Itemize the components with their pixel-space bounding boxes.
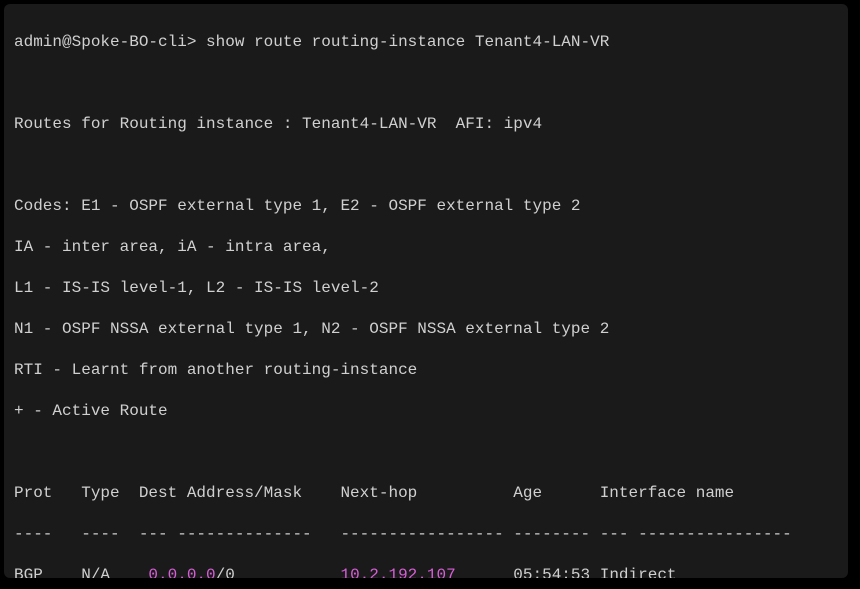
blank-line xyxy=(14,155,838,175)
codes-line-5: RTI - Learnt from another routing-instan… xyxy=(14,360,838,380)
blank-line xyxy=(14,442,838,462)
table-header-row: Prot Type Dest Address/Mask Next-hop Age… xyxy=(14,483,838,503)
codes-line-2: IA - inter area, iA - intra area, xyxy=(14,237,838,257)
table-dashes-row: ---- ---- --- -------------- -----------… xyxy=(14,524,838,544)
route-mask: /0 xyxy=(216,566,341,578)
codes-line-4: N1 - OSPF NSSA external type 1, N2 - OSP… xyxy=(14,319,838,339)
route-nexthop: 10.2.192.107 xyxy=(340,566,455,578)
blank-line xyxy=(14,73,838,93)
routes-header-ipv4: Routes for Routing instance : Tenant4-LA… xyxy=(14,114,838,134)
codes-line-3: L1 - IS-IS level-1, L2 - IS-IS level-2 xyxy=(14,278,838,298)
route-interface: Indirect xyxy=(600,566,677,578)
route-row: BGP N/A 0.0.0.0/0 10.2.192.107 05:54:53 … xyxy=(14,565,838,578)
route-dest-address: 0.0.0.0 xyxy=(148,566,215,578)
route-nexthop-pad xyxy=(456,566,514,578)
codes-line-6: + - Active Route xyxy=(14,401,838,421)
route-prot-type: BGP N/A xyxy=(14,566,148,578)
prompt-user-host: admin@Spoke-BO-cli> xyxy=(14,33,196,51)
codes-line-1: Codes: E1 - OSPF external type 1, E2 - O… xyxy=(14,196,838,216)
prompt-command: show route routing-instance Tenant4-LAN-… xyxy=(196,33,609,51)
terminal-window[interactable]: admin@Spoke-BO-cli> show route routing-i… xyxy=(4,4,848,578)
routes-table-body: BGP N/A 0.0.0.0/0 10.2.192.107 05:54:53 … xyxy=(14,565,838,578)
prompt-line-1: admin@Spoke-BO-cli> show route routing-i… xyxy=(14,32,838,52)
route-age: 05:54:53 xyxy=(513,566,599,578)
